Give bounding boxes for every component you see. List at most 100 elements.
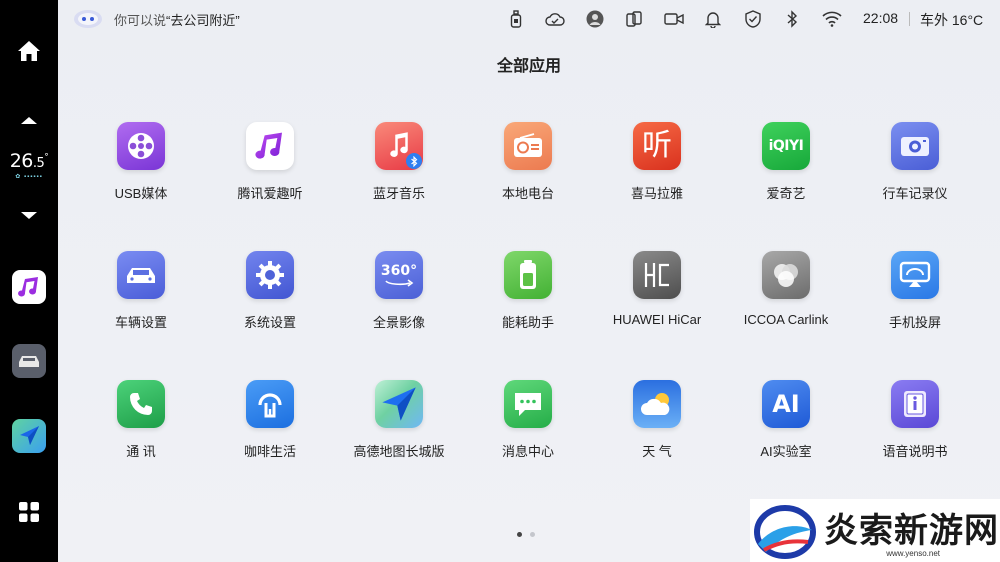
fragrance-bottle-icon bbox=[510, 10, 522, 28]
app-dashcam[interactable]: 行车记录仪 bbox=[860, 122, 970, 202]
dock-music-app[interactable] bbox=[0, 269, 58, 305]
app-panorama[interactable]: 360° 全景影像 bbox=[344, 251, 454, 331]
status-cloud[interactable] bbox=[545, 9, 565, 29]
status-bluetooth[interactable] bbox=[782, 9, 802, 29]
app-voice-manual[interactable]: 语音说明书 bbox=[860, 380, 970, 460]
carlink-icon bbox=[762, 251, 810, 299]
phone-icon bbox=[117, 380, 165, 428]
video-camera-icon bbox=[664, 13, 684, 25]
fan-level-indicator: ✿ ▪▪▪▪▪▪ bbox=[15, 174, 43, 180]
status-divider bbox=[909, 12, 910, 26]
app-label: 全景影像 bbox=[372, 315, 425, 330]
page-title: 全部应用 bbox=[496, 58, 561, 75]
app-label: 系统设置 bbox=[243, 315, 296, 330]
temp-unit: ° bbox=[44, 152, 49, 163]
app-label: 语音说明书 bbox=[882, 444, 948, 459]
dock-map-app[interactable] bbox=[0, 418, 58, 454]
dock-car-app[interactable] bbox=[0, 343, 58, 379]
app-huawei-hicar[interactable]: HUAWEI HiCar bbox=[602, 251, 712, 327]
voice-manual-icon bbox=[891, 380, 939, 428]
app-energy-assistant[interactable]: 能耗助手 bbox=[473, 251, 583, 331]
app-coffee-life[interactable]: 咖啡生活 bbox=[215, 380, 325, 460]
page-dot-1[interactable] bbox=[517, 532, 522, 537]
app-label: ICCOA Carlink bbox=[743, 312, 829, 327]
status-notifications[interactable] bbox=[703, 9, 723, 29]
main-area: 你可以说“去公司附近” 22:08 车外 16°C 全部应用 USB媒体 腾讯爱… bbox=[58, 0, 1000, 562]
status-account[interactable] bbox=[585, 9, 605, 29]
app-label: 通 讯 bbox=[126, 444, 156, 459]
app-label: 本地电台 bbox=[501, 186, 554, 201]
app-tencent-music[interactable]: 腾讯爱趣听 bbox=[215, 122, 325, 202]
app-label: HUAWEI HiCar bbox=[612, 312, 702, 327]
app-label: AI实验室 bbox=[760, 444, 812, 459]
app-ai-lab[interactable]: AI AI实验室 bbox=[731, 380, 841, 460]
app-iccoa-carlink[interactable]: ICCOA Carlink bbox=[731, 251, 841, 327]
voice-assistant-button[interactable] bbox=[72, 8, 104, 30]
app-grid-icon bbox=[19, 502, 39, 522]
car-settings-icon bbox=[117, 251, 165, 299]
app-label: 手机投屏 bbox=[888, 315, 941, 330]
app-label: 爱奇艺 bbox=[766, 186, 806, 201]
outside-temperature: 车外 16°C bbox=[920, 12, 984, 28]
app-label: 天 气 bbox=[642, 444, 672, 459]
watermark-text: 炎索新游网 bbox=[824, 510, 999, 551]
status-bottle[interactable] bbox=[506, 9, 526, 29]
panorama-360-icon: 360° bbox=[375, 251, 423, 299]
app-phone[interactable]: 通 讯 bbox=[86, 380, 196, 460]
chevron-up-icon bbox=[21, 117, 37, 124]
watermark: 炎索新游网 www.yenso.net bbox=[750, 499, 1000, 562]
app-amap[interactable]: 高德地图长城版 bbox=[344, 380, 454, 460]
app-iqiyi[interactable]: iQIYI 爱奇艺 bbox=[731, 122, 841, 202]
app-vehicle-settings[interactable]: 车辆设置 bbox=[86, 251, 196, 331]
status-security[interactable] bbox=[743, 9, 763, 29]
amap-icon bbox=[12, 419, 46, 453]
app-label: 消息中心 bbox=[501, 444, 554, 459]
app-label: 行车记录仪 bbox=[882, 186, 948, 201]
dashcam-icon bbox=[891, 122, 939, 170]
app-bluetooth-music[interactable]: 蓝牙音乐 bbox=[344, 122, 454, 202]
app-screen-cast[interactable]: 手机投屏 bbox=[860, 251, 970, 331]
battery-icon bbox=[504, 251, 552, 299]
status-wifi[interactable] bbox=[822, 9, 842, 29]
status-camera[interactable] bbox=[664, 9, 684, 29]
app-grid-button[interactable] bbox=[0, 498, 58, 526]
user-avatar-icon bbox=[586, 10, 604, 28]
app-ximalaya[interactable]: 听 喜马拉雅 bbox=[602, 122, 712, 202]
page-dot-2[interactable] bbox=[530, 532, 535, 537]
page-indicator bbox=[517, 532, 535, 537]
app-label: 高德地图长城版 bbox=[353, 444, 445, 459]
cloud-sync-icon bbox=[545, 13, 565, 26]
robot-assistant-icon bbox=[74, 10, 102, 28]
watermark-url: www.yenso.net bbox=[886, 549, 940, 558]
temp-down-button[interactable] bbox=[0, 206, 58, 226]
car-icon bbox=[12, 344, 46, 378]
app-local-radio[interactable]: 本地电台 bbox=[473, 122, 583, 202]
app-weather[interactable]: 天 气 bbox=[602, 380, 712, 460]
ai-lab-icon: AI bbox=[762, 380, 810, 428]
bluetooth-music-icon bbox=[375, 122, 423, 170]
status-bar: 你可以说“去公司附近” 22:08 车外 16°C bbox=[58, 0, 1000, 38]
app-label: 咖啡生活 bbox=[243, 444, 296, 459]
weather-icon bbox=[633, 380, 681, 428]
climate-temperature[interactable]: 26.5° ✿ ▪▪▪▪▪▪ bbox=[0, 150, 58, 180]
temp-decimal: .5 bbox=[32, 156, 45, 171]
clock: 22:08 bbox=[863, 10, 899, 26]
coffee-life-icon bbox=[246, 380, 294, 428]
usb-media-icon bbox=[117, 122, 165, 170]
status-phone-connect[interactable] bbox=[624, 9, 644, 29]
iqiyi-icon: iQIYI bbox=[762, 122, 810, 170]
chevron-down-icon bbox=[21, 212, 37, 219]
tencent-music-icon bbox=[246, 122, 294, 170]
temp-up-button[interactable] bbox=[0, 110, 58, 130]
app-message-center[interactable]: 消息中心 bbox=[473, 380, 583, 460]
app-system-settings[interactable]: 系统设置 bbox=[215, 251, 325, 331]
app-label: 车辆设置 bbox=[114, 315, 167, 330]
sidebar: 26.5° ✿ ▪▪▪▪▪▪ bbox=[0, 0, 58, 562]
app-usb-media[interactable]: USB媒体 bbox=[86, 122, 196, 202]
app-label: 蓝牙音乐 bbox=[372, 186, 425, 201]
screen-cast-icon bbox=[891, 251, 939, 299]
home-button[interactable] bbox=[0, 36, 58, 66]
app-label: USB媒体 bbox=[114, 186, 168, 201]
radio-icon bbox=[504, 122, 552, 170]
voice-hint: 你可以说“去公司附近” bbox=[114, 10, 240, 29]
